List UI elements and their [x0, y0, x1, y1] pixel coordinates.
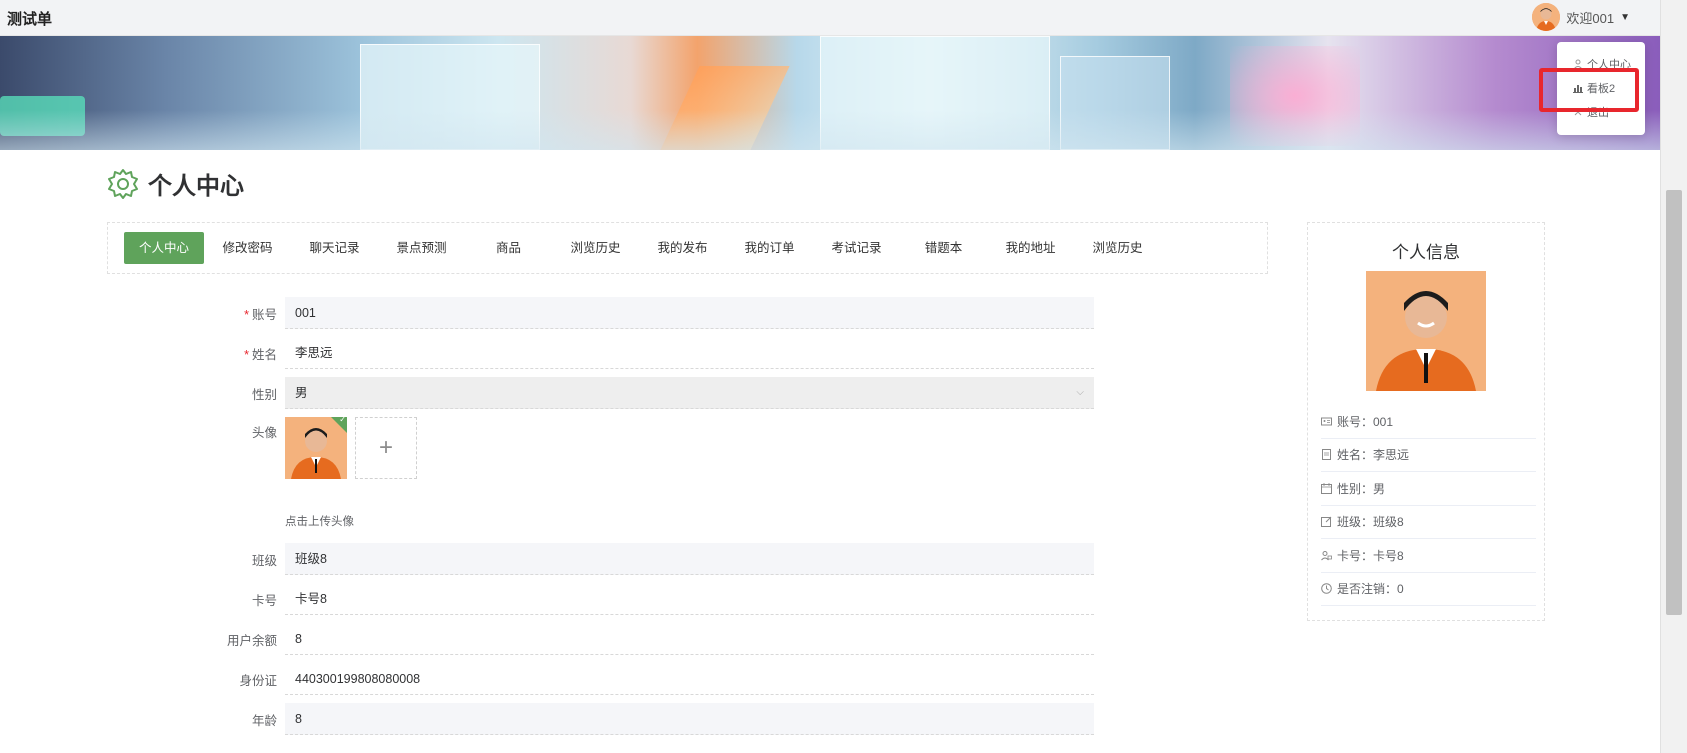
form-row-idcard: 身份证 440300199808080008	[200, 663, 1100, 695]
upload-button[interactable]: +	[355, 417, 417, 479]
tab-my-orders[interactable]: 我的订单	[726, 232, 813, 264]
profile-info-card: 个人信息 账号：001 姓名：李思远 性别：男 班级：班级8 卡号：卡号8 是否…	[1307, 222, 1545, 621]
tab-exam-records[interactable]: 考试记录	[813, 232, 900, 264]
tab-change-password[interactable]: 修改密码	[204, 232, 291, 264]
top-bar: 测试单 欢迎001 ▼	[0, 0, 1660, 36]
tab-wrong-questions[interactable]: 错题本	[900, 232, 987, 264]
form-row-age: 年龄 8	[200, 703, 1100, 735]
tab-browse-history-2[interactable]: 浏览历史	[1074, 232, 1161, 264]
info-card: 卡号：卡号8	[1321, 539, 1536, 573]
info-class: 班级：班级8	[1321, 506, 1536, 539]
edit-icon	[1321, 516, 1332, 528]
gear-icon	[108, 168, 138, 199]
user-menu-trigger[interactable]: 欢迎001 ▼	[1532, 3, 1630, 31]
card-title: 个人信息	[1392, 243, 1460, 262]
info-deactivated: 是否注销：0	[1321, 573, 1536, 606]
highlight-annotation	[1539, 68, 1639, 112]
age-input[interactable]: 8	[285, 703, 1094, 735]
field-label: 性别	[251, 387, 277, 402]
info-gender: 性别：男	[1321, 472, 1536, 506]
avatar	[1532, 3, 1561, 31]
banner-carousel	[0, 36, 1660, 150]
idcard-input[interactable]: 440300199808080008	[285, 663, 1094, 695]
check-icon: ✓	[339, 417, 346, 424]
clock-icon	[1321, 583, 1332, 595]
tab-attraction-forecast[interactable]: 景点预测	[378, 232, 465, 264]
scrollbar-thumb[interactable]	[1666, 190, 1682, 615]
balance-input[interactable]: 8	[285, 623, 1094, 655]
class-input[interactable]: 班级8	[285, 543, 1094, 575]
tab-my-address[interactable]: 我的地址	[987, 232, 1074, 264]
gender-select[interactable]: 男 ⌵	[285, 377, 1094, 409]
tab-products[interactable]: 商品	[465, 232, 552, 264]
profile-info-list: 账号：001 姓名：李思远 性别：男 班级：班级8 卡号：卡号8 是否注销：0	[1321, 405, 1536, 606]
avatar-preview[interactable]: ✓	[285, 417, 347, 479]
form-row-class: 班级 班级8	[200, 543, 1100, 575]
field-label: 用户余额	[226, 633, 277, 648]
form-row-account: * 账号 001	[200, 297, 1100, 329]
info-account: 账号：001	[1321, 405, 1536, 439]
app-title: 测试单	[7, 11, 53, 28]
form-row-gender: 性别 男 ⌵	[200, 377, 1100, 409]
tab-browse-history[interactable]: 浏览历史	[552, 232, 639, 264]
form-row-name: * 姓名 李思远	[200, 337, 1100, 369]
name-input[interactable]: 李思远	[285, 337, 1094, 369]
user-card-icon	[1321, 550, 1332, 561]
form-row-balance: 用户余额 8	[200, 623, 1100, 655]
tab-my-posts[interactable]: 我的发布	[639, 232, 726, 264]
page-title: 个人中心	[148, 173, 244, 200]
caret-down-icon: ▼	[1620, 11, 1630, 23]
card-input[interactable]: 卡号8	[285, 583, 1094, 615]
page-heading: 个人中心	[107, 166, 244, 201]
field-label: 头像	[251, 426, 277, 440]
tab-bar: 个人中心 修改密码 聊天记录 景点预测 商品 浏览历史 我的发布 我的订单 考试…	[107, 222, 1268, 274]
upload-hint: 点击上传头像	[285, 516, 354, 528]
field-label: 年龄	[251, 713, 277, 728]
tab-chat-history[interactable]: 聊天记录	[291, 232, 378, 264]
account-input[interactable]: 001	[285, 297, 1094, 329]
form-row-card: 卡号 卡号8	[200, 583, 1100, 615]
id-card-icon	[1321, 417, 1332, 426]
field-label: * 姓名	[244, 347, 277, 362]
field-label: 班级	[251, 553, 277, 568]
welcome-text: 欢迎001	[1566, 10, 1615, 26]
info-name: 姓名：李思远	[1321, 439, 1536, 472]
page-scrollbar[interactable]	[1660, 0, 1687, 753]
chevron-down-icon: ⌵	[1076, 387, 1084, 398]
tab-profile[interactable]: 个人中心	[124, 232, 204, 264]
banner-decor	[0, 110, 1660, 150]
field-label: * 账号	[244, 307, 277, 322]
profile-photo	[1366, 271, 1486, 391]
field-label: 身份证	[239, 673, 277, 688]
document-icon	[1322, 449, 1331, 461]
field-label: 卡号	[251, 593, 277, 608]
calendar-icon	[1321, 482, 1332, 494]
gender-select-value: 男	[295, 386, 308, 400]
plus-icon: +	[378, 434, 393, 461]
